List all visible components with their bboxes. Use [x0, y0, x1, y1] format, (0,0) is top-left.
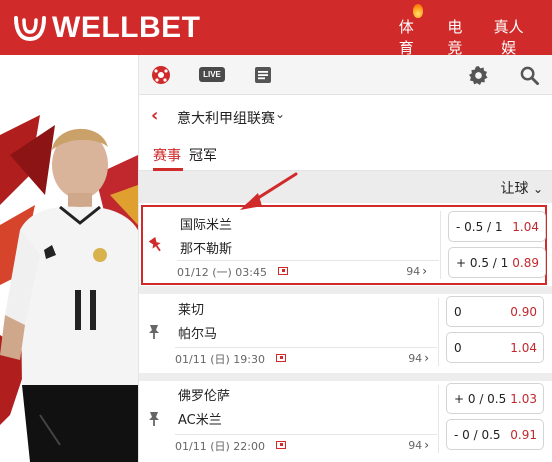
chevron-down-icon[interactable]: ⌄	[275, 107, 285, 121]
more-markets-link[interactable]: 94 ›	[408, 438, 429, 452]
more-markets-count: 94	[406, 265, 421, 278]
top-header: WELLBET 体育 ▼ 电竞 ▼ 真人娱	[0, 0, 552, 71]
match-card[interactable]: 国际米兰 那不勒斯 01/12 (一) 03:45 94 › - 0.5 / 1 …	[141, 205, 547, 285]
odds-price: 0.90	[510, 305, 537, 319]
handicap-value: - 0.5 / 1	[456, 220, 503, 234]
divider	[175, 434, 437, 435]
card-separator	[139, 286, 552, 294]
brand-name: WELLBET	[52, 11, 201, 44]
divider	[438, 385, 439, 453]
divider	[175, 347, 437, 348]
wellbet-logo-mark-icon	[14, 15, 46, 41]
odds-button-home[interactable]: + 0 / 0.5 1.03	[446, 383, 544, 414]
chevron-left-icon[interactable]: ‹	[151, 107, 158, 125]
odds-price: 1.03	[510, 392, 537, 406]
hero-player-image	[0, 55, 138, 462]
odds-button-home[interactable]: - 0.5 / 1 1.04	[448, 211, 546, 242]
handicap-value: + 0.5 / 1	[456, 256, 509, 270]
handicap-value: 0	[454, 305, 462, 319]
flame-icon	[412, 4, 423, 18]
pin-icon[interactable]	[147, 411, 161, 427]
away-team: 那不勒斯	[180, 242, 233, 257]
more-markets-link[interactable]: 94 ›	[408, 351, 429, 365]
match-card[interactable]: 莱切 帕尔马 01/11 (日) 19:30 94 › 0 0.90 0 1.04	[141, 294, 547, 374]
home-team: 莱切	[178, 303, 205, 318]
chevron-down-icon: ⌄	[532, 182, 543, 196]
tab-matches[interactable]: 赛事	[153, 145, 181, 165]
league-title[interactable]: 意大利甲组联赛	[177, 108, 275, 128]
list-icon[interactable]	[253, 65, 273, 85]
live-button[interactable]: LIVE	[199, 67, 225, 82]
tab-outrights[interactable]: 冠军	[189, 145, 217, 165]
tv-icon	[276, 354, 286, 362]
odds-price: 1.04	[510, 341, 537, 355]
away-team: AC米兰	[178, 413, 222, 428]
divider	[177, 260, 439, 261]
handicap-value: + 0 / 0.5	[454, 392, 507, 406]
nav-label-sports: 体育	[398, 18, 414, 57]
league-tabs: 赛事 冠军	[139, 137, 552, 171]
sport-toolbar: LIVE	[139, 55, 552, 95]
nav-label-live-casino: 真人娱	[493, 18, 524, 57]
match-datetime: 01/11 (日) 22:00	[175, 440, 265, 453]
away-team: 帕尔马	[178, 327, 218, 342]
home-team: 佛罗伦萨	[178, 389, 231, 404]
match-datetime: 01/11 (日) 19:30	[175, 353, 265, 366]
handicap-value: - 0 / 0.5	[454, 428, 501, 442]
odds-button-away[interactable]: + 0.5 / 1 0.89	[448, 247, 546, 278]
divider	[438, 298, 439, 366]
odds-button-away[interactable]: 0 1.04	[446, 332, 544, 363]
handicap-value: 0	[454, 341, 462, 355]
divider	[440, 211, 441, 279]
market-filter-bar: 让球 ⌄	[139, 171, 552, 203]
tv-icon	[278, 267, 288, 275]
gear-icon[interactable]	[468, 65, 488, 85]
odds-button-away[interactable]: - 0 / 0.5 0.91	[446, 419, 544, 450]
pin-icon[interactable]	[149, 237, 163, 253]
nav-label-esports: 电竞	[447, 18, 463, 57]
more-markets-count: 94	[408, 352, 423, 365]
match-datetime: 01/12 (一) 03:45	[177, 266, 267, 279]
more-markets-count: 94	[408, 439, 423, 452]
odds-price: 1.04	[512, 220, 539, 234]
match-card[interactable]: 佛罗伦萨 AC米兰 01/11 (日) 22:00 94 › + 0 / 0.5 …	[141, 381, 547, 462]
odds-button-home[interactable]: 0 0.90	[446, 296, 544, 327]
market-filter-dropdown[interactable]: 让球 ⌄	[500, 178, 543, 198]
wellbet-logo[interactable]: WELLBET	[14, 10, 200, 46]
home-team: 国际米兰	[180, 218, 233, 233]
sports-panel: LIVE ‹ 意大利甲组联赛 ⌄ 赛事 冠军 让球 ⌄ 国际米兰 那不勒斯 01…	[138, 55, 552, 462]
search-icon[interactable]	[519, 65, 539, 85]
soccer-ball-icon[interactable]	[151, 65, 171, 85]
pin-icon[interactable]	[147, 324, 161, 340]
league-header[interactable]: ‹ 意大利甲组联赛 ⌄	[139, 95, 552, 137]
tv-icon	[276, 441, 286, 449]
odds-price: 0.91	[510, 428, 537, 442]
odds-price: 0.89	[512, 256, 539, 270]
card-separator	[139, 373, 552, 381]
market-filter-label: 让球	[500, 181, 529, 197]
more-markets-link[interactable]: 94 ›	[406, 264, 427, 278]
